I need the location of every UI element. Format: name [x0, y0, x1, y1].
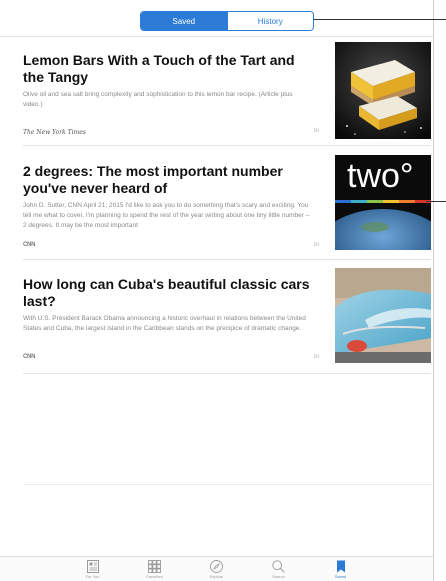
saved-history-segmented-control: Saved History: [140, 11, 314, 31]
tab-explore[interactable]: Explore: [186, 557, 248, 581]
tab-label: Favorites: [146, 574, 163, 579]
classic-car-image: [335, 268, 431, 363]
segment-history[interactable]: History: [226, 12, 313, 30]
tab-for-you[interactable]: For You: [62, 557, 124, 581]
tab-search[interactable]: Search: [248, 557, 310, 581]
article-title: Lemon Bars With a Touch of the Tart and …: [23, 52, 295, 85]
article-card[interactable]: How long can Cuba's beautiful classic ca…: [23, 268, 431, 368]
article-excerpt: Olive oil and sea salt bring complexity …: [23, 91, 293, 108]
source-logo: CNN: [23, 354, 36, 360]
tab-favorites[interactable]: Favorites: [124, 557, 186, 581]
thumbnail-text: two°: [347, 157, 414, 195]
article-card[interactable]: 2 degrees: The most important number you…: [23, 155, 431, 255]
article-age: 1h: [313, 354, 319, 360]
article-divider: [23, 259, 431, 260]
source-logo: The New York Times: [23, 129, 86, 136]
source-logo: CNN: [23, 242, 36, 248]
article-thumbnail[interactable]: [335, 42, 431, 139]
article-age: 1h: [313, 242, 319, 248]
article-age: 1h: [313, 128, 319, 134]
article-card[interactable]: Lemon Bars With a Touch of the Tart and …: [23, 42, 431, 144]
segment-saved[interactable]: Saved: [141, 12, 227, 30]
newspaper-icon: [86, 560, 99, 573]
search-icon: [272, 560, 285, 573]
tab-label: Saved: [334, 574, 347, 579]
article-title: 2 degrees: The most important number you…: [23, 163, 283, 196]
article-thumbnail[interactable]: [335, 268, 431, 363]
grid-icon: [148, 560, 161, 573]
article-excerpt: John D. Sutter, CNN April 21, 2015 I'd l…: [23, 202, 310, 229]
article-excerpt: With U.S. President Barack Obama announc…: [23, 315, 306, 332]
lemon-bars-image: [335, 42, 431, 139]
article-divider: [23, 145, 431, 146]
compass-icon: [210, 560, 223, 573]
list-end-divider: [23, 484, 433, 485]
tab-bar: For You Favorites Explore Search Saved: [0, 556, 433, 581]
article-thumbnail[interactable]: two°: [335, 155, 431, 250]
tab-label: Search: [272, 574, 285, 579]
callout-line-segmented-control: [314, 19, 446, 20]
tab-saved[interactable]: Saved: [310, 557, 372, 581]
status-bar: [0, 0, 433, 8]
article-divider: [23, 373, 431, 374]
callout-line-article: [426, 201, 446, 202]
news-app-screen: Saved History Lemon Bars With a Touch of…: [0, 0, 434, 581]
bookmark-icon: [336, 560, 345, 573]
tab-label: For You: [85, 574, 100, 579]
tab-label: Explore: [209, 574, 224, 579]
toolbar-divider: [0, 36, 433, 37]
article-title: How long can Cuba's beautiful classic ca…: [23, 276, 310, 309]
